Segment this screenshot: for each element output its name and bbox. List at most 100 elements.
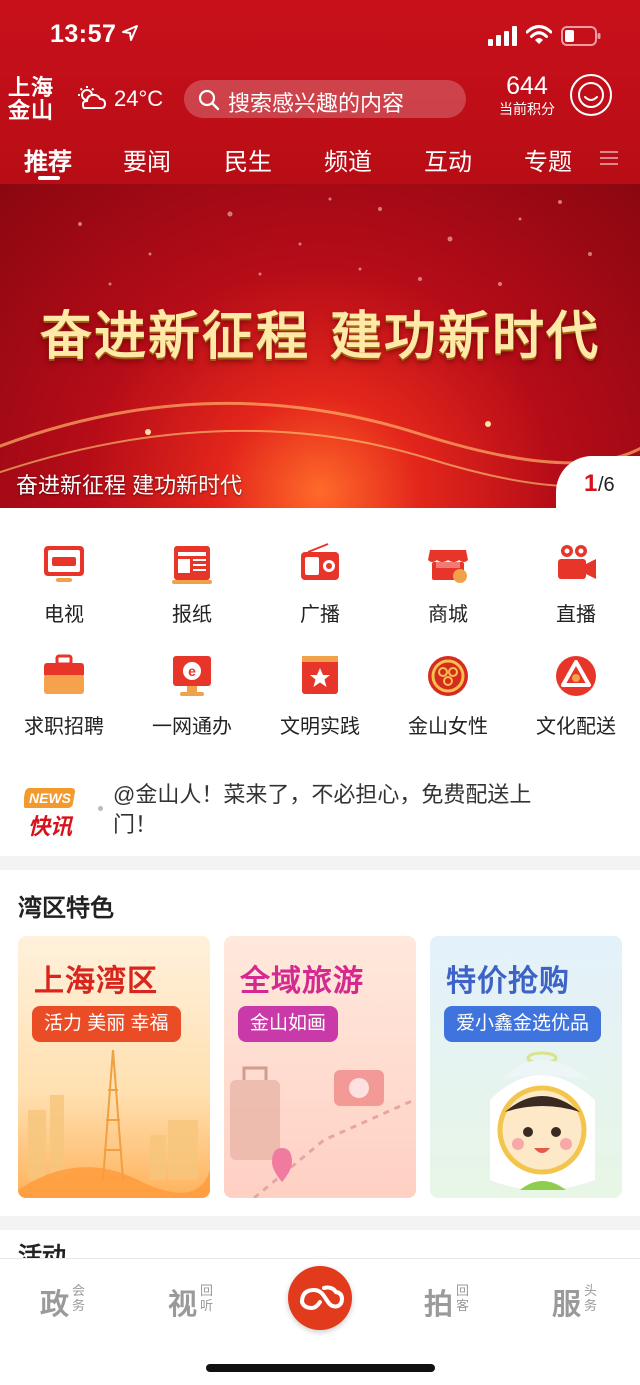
news-flash-badge: NEWS 快讯 [24, 788, 76, 840]
service-label: 文化配送 [536, 716, 616, 738]
service-label: 文明实践 [280, 716, 360, 738]
news-badge-top: NEWS [29, 790, 72, 806]
video-camera-icon [558, 545, 596, 579]
shoot-icon: 拍 [424, 1289, 453, 1321]
news-badge-bottom: 快讯 [28, 815, 74, 840]
banner-slogan: 奋进新征程 建功新时代 [39, 306, 601, 367]
city-logo[interactable]: 上海金山 [8, 76, 60, 122]
points-value: 644 [506, 72, 548, 100]
nav-label: 会务 [72, 1283, 86, 1313]
nav-service[interactable]: 服 头务 [552, 1281, 597, 1321]
news-flash-text: @金山人！菜来了，不必担心，免费配送上门！ [113, 782, 532, 837]
nav-label: 回客 [456, 1283, 470, 1313]
women-federation-icon [428, 656, 468, 696]
nav-label: 回听 [200, 1283, 214, 1313]
top-header: 13:57 上海金山 24°C 搜索感兴趣的内容 644 当前积分 推荐 要闻 … [0, 0, 640, 184]
service-radio[interactable]: 广播 [265, 542, 375, 642]
tab-interaction[interactable]: 互动 [424, 142, 472, 177]
search-input[interactable]: 搜索感兴趣的内容 [184, 80, 466, 118]
service-label: 一网通办 [152, 716, 232, 738]
newspaper-icon [172, 546, 212, 584]
card-shanghai-bay[interactable]: 上海湾区 活力 美丽 幸福 [18, 936, 210, 1198]
location-arrow-icon [122, 25, 138, 41]
hero-banner[interactable]: 奋进新征程 建功新时代 奋进新征程 建功新时代 1 /6 [0, 184, 640, 508]
news-flash[interactable]: NEWS 快讯 @金山人！菜来了，不必担心，免费配送上门！ [0, 770, 640, 850]
nav-shoot[interactable]: 拍 回客 [424, 1281, 469, 1321]
service-label: 直播 [556, 604, 596, 626]
center-home-button[interactable] [288, 1266, 352, 1330]
service-culture[interactable]: 文化配送 [521, 654, 631, 754]
briefcase-icon [44, 654, 84, 694]
service-label: 求职招聘 [24, 716, 104, 738]
ie-monitor-icon: e [173, 656, 211, 696]
center-logo-icon [300, 1285, 345, 1311]
search-placeholder: 搜索感兴趣的内容 [228, 91, 405, 116]
politics-icon: 政 [40, 1289, 69, 1321]
banner-current-page: 1 [584, 470, 598, 497]
tab-topics[interactable]: 专题 [524, 142, 572, 177]
service-icon: 服 [552, 1289, 581, 1321]
banner-page-counter: 1 /6 [556, 456, 640, 508]
svg-text:e: e [188, 663, 196, 679]
tab-recommend[interactable]: 推荐 [24, 142, 72, 177]
card-title: 特价抢购 [446, 965, 570, 998]
service-civilization[interactable]: 文明实践 [265, 654, 375, 754]
service-newspaper[interactable]: 报纸 [137, 542, 247, 642]
service-label: 报纸 [172, 604, 212, 626]
mascot-illustration [490, 1051, 595, 1190]
tv-icon [44, 546, 84, 582]
banner-total-pages: /6 [598, 474, 615, 496]
service-one-net[interactable]: e 一网通办 [137, 654, 247, 754]
user-face-icon [578, 82, 604, 108]
banner-caption: 奋进新征程 建功新时代 [16, 473, 243, 498]
card-title: 上海湾区 [34, 965, 158, 998]
news-bullet [98, 806, 103, 811]
avatar[interactable] [570, 74, 612, 116]
service-jobs[interactable]: 求职招聘 [9, 654, 119, 754]
card-tourism[interactable]: 全域旅游 金山如画 [224, 936, 416, 1198]
service-women[interactable]: 金山女性 [393, 654, 503, 754]
tab-channels[interactable]: 频道 [324, 142, 372, 177]
city-skyline-illustration [18, 1049, 210, 1198]
service-shop[interactable]: 商城 [393, 542, 503, 642]
battery-icon [561, 26, 601, 46]
active-tab-indicator [38, 176, 60, 180]
channel-tabs: 推荐 要闻 民生 频道 互动 专题 [0, 136, 640, 184]
view-icon: 视 [168, 1289, 197, 1321]
culture-delivery-icon [556, 656, 596, 696]
service-label: 金山女性 [408, 716, 488, 738]
card-tag: 活力 美丽 幸福 [32, 1006, 181, 1042]
tab-livelihood[interactable]: 民生 [224, 142, 272, 177]
card-special-sale[interactable]: 特价抢购 爱小鑫金选优品 [430, 936, 622, 1198]
card-tag: 爱小鑫金选优品 [444, 1006, 602, 1042]
travel-illustration [230, 1066, 415, 1198]
nav-view[interactable]: 视 回听 [168, 1281, 213, 1321]
home-indicator[interactable] [206, 1364, 435, 1372]
nav-politics[interactable]: 政 会务 [40, 1281, 85, 1321]
service-tv[interactable]: 电视 [9, 542, 119, 642]
section-divider [0, 856, 640, 870]
points-label: 当前积分 [499, 101, 555, 117]
shop-icon [428, 550, 468, 583]
service-label: 广播 [300, 604, 340, 626]
section-divider [0, 1216, 640, 1230]
status-bar: 13:57 [0, 0, 640, 72]
temperature: 24°C [114, 86, 164, 111]
card-tag: 金山如画 [238, 1006, 339, 1042]
service-label: 电视 [44, 604, 84, 626]
nav-label: 头务 [584, 1283, 598, 1313]
service-label: 商城 [428, 604, 468, 626]
tab-headlines[interactable]: 要闻 [123, 142, 171, 177]
menu-icon[interactable] [600, 150, 618, 166]
wifi-icon [526, 25, 552, 44]
search-icon [198, 89, 220, 111]
bay-section-title: 湾区特色 [18, 895, 114, 922]
partly-cloudy-icon [78, 86, 106, 109]
cellular-signal-icon [488, 26, 517, 46]
points-display[interactable]: 644 当前积分 [492, 72, 562, 118]
service-live[interactable]: 直播 [521, 542, 631, 642]
star-flag-icon [302, 656, 338, 694]
status-time: 13:57 [50, 20, 117, 48]
radio-icon [301, 543, 339, 580]
card-title: 全域旅游 [240, 965, 364, 998]
